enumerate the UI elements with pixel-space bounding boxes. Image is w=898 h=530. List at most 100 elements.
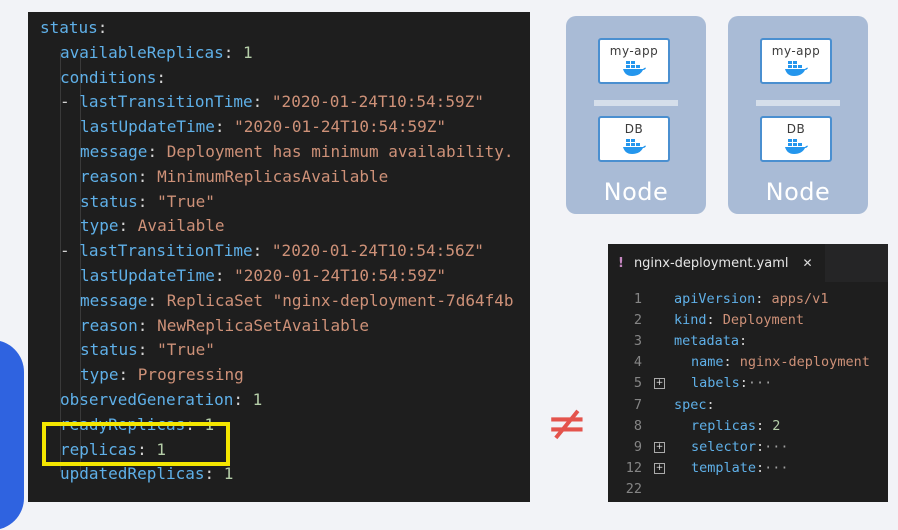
yaml-separator: : — [706, 396, 715, 413]
node-divider — [594, 100, 678, 106]
yaml-line: reason: MinimumReplicasAvailable — [80, 165, 388, 189]
line-number: 7 — [633, 396, 642, 413]
yaml-value: Deployment — [722, 312, 805, 329]
yaml-key: message — [80, 142, 148, 161]
yaml-value: Progressing — [137, 365, 244, 385]
yaml-key: spec — [674, 396, 707, 413]
yaml-key: status — [40, 18, 98, 37]
yaml-key: lastUpdateTime — [80, 117, 215, 137]
node-divider — [756, 100, 840, 106]
yaml-separator: : — [252, 92, 272, 112]
pod-label: my-app — [771, 44, 821, 58]
pod-db: DB — [598, 116, 670, 162]
yaml-separator: : — [756, 459, 765, 476]
node-label: Node — [765, 178, 831, 206]
yaml-key: reason — [80, 166, 138, 186]
line-number: 9 — [633, 438, 642, 455]
yaml-value: 2 — [772, 417, 781, 434]
yaml-separator: : — [137, 340, 158, 360]
yaml-separator: : — [137, 191, 158, 211]
yaml-value: apps/v1 — [771, 291, 829, 307]
deployment-editor: ! nginx-deployment.yaml ✕ 1 apiVersion: a… — [608, 244, 888, 502]
yaml-separator: : — [156, 67, 166, 87]
yaml-dash: - — [60, 92, 80, 112]
docker-whale-icon — [623, 61, 646, 76]
editor-code: template:··· — [691, 458, 789, 479]
node-label: Node — [603, 178, 669, 206]
yaml-line: message: Deployment has minimum availabi… — [80, 140, 513, 164]
yaml-line: status: "True" — [80, 190, 215, 214]
yaml-value: 1 — [243, 42, 253, 62]
yaml-key: name — [691, 354, 724, 371]
expand-fold-icon[interactable]: + — [654, 462, 665, 474]
yaml-key: kind — [674, 312, 707, 329]
yaml-line: message: ReplicaSet "nginx-deployment-7d… — [80, 289, 513, 313]
collapsed-ellipsis: ··· — [764, 459, 789, 476]
expand-fold-icon[interactable]: + — [654, 441, 665, 453]
pod-label: DB — [624, 122, 644, 136]
yaml-line: type: Available — [80, 214, 225, 238]
yaml-value: "2020-01-24T10:54:59Z" — [234, 266, 447, 285]
yaml-value: ReplicaSet "nginx-deployment-7d64f4b — [166, 290, 514, 310]
yaml-key: selector — [691, 438, 757, 455]
editor-code: metadata: — [674, 331, 747, 352]
docker-whale-icon — [785, 139, 808, 154]
yaml-line: status: — [40, 16, 107, 40]
editor-line: 7 spec: — [608, 395, 888, 416]
line-number: 2 — [633, 312, 642, 329]
yaml-line: type: Progressing — [80, 363, 244, 387]
yaml-value: "True" — [157, 191, 215, 211]
close-icon[interactable]: ✕ — [803, 256, 813, 270]
yaml-key: lastUpdateTime — [80, 266, 215, 285]
yaml-value: "2020-01-24T10:54:56Z" — [271, 241, 484, 261]
yaml-key: status — [80, 191, 138, 211]
line-number: 12 — [625, 459, 642, 476]
yaml-separator: : — [723, 354, 740, 371]
yaml-value: Available — [137, 216, 225, 236]
yaml-value: MinimumReplicasAvailable — [157, 166, 389, 186]
pod-label: DB — [786, 122, 806, 136]
editor-line: 8 replicas: 2 — [608, 416, 888, 437]
yaml-key: type — [80, 365, 119, 385]
editor-code: replicas: 2 — [691, 416, 780, 437]
editor-line: 4 name: nginx-deployment — [608, 352, 888, 373]
editor-code: labels:··· — [691, 373, 772, 394]
yaml-key: lastTransitionTime — [79, 241, 253, 261]
yaml-separator: : — [147, 290, 167, 310]
yaml-key: observedGeneration — [60, 390, 234, 409]
yaml-separator: : — [214, 117, 235, 137]
collapsed-ellipsis: ··· — [747, 375, 773, 392]
yaml-dash: - — [60, 241, 80, 261]
yaml-value: "True" — [157, 340, 215, 360]
node-box-2: my-app DB Node — [728, 16, 868, 214]
yaml-line: conditions: — [60, 66, 166, 90]
yaml-key: conditions — [60, 67, 157, 87]
tab-filename: nginx-deployment.yaml — [633, 255, 789, 271]
yaml-value: NewReplicaSetAvailable — [157, 315, 369, 335]
pod-my-app: my-app — [598, 38, 670, 84]
yaml-line: reason: NewReplicaSetAvailable — [80, 314, 369, 338]
line-number: 4 — [633, 354, 642, 371]
yaml-separator: : — [706, 312, 723, 329]
yaml-separator: : — [97, 18, 108, 37]
yaml-key: replicas — [691, 417, 757, 434]
yaml-value: 1 — [223, 464, 234, 484]
editor-code: kind: Deployment — [674, 310, 804, 331]
editor-tab-bar: ! nginx-deployment.yaml ✕ — [608, 244, 888, 282]
pod-db: DB — [760, 116, 832, 162]
yaml-separator: : — [756, 438, 765, 455]
editor-line: 1 apiVersion: apps/v1 — [608, 289, 888, 310]
pod-label: my-app — [609, 44, 659, 58]
editor-line: 12 + template:··· — [608, 458, 888, 479]
collapsed-ellipsis: ··· — [764, 438, 789, 455]
yaml-line: - lastTransitionTime: "2020-01-24T10:54:… — [60, 239, 484, 263]
yaml-line: - lastTransitionTime: "2020-01-24T10:54:… — [60, 90, 484, 114]
yaml-file-icon: ! — [618, 255, 624, 271]
line-number: 3 — [633, 333, 642, 350]
line-number: 22 — [625, 480, 642, 497]
editor-tab-nginx-deployment[interactable]: ! nginx-deployment.yaml ✕ — [608, 244, 825, 282]
yaml-key: lastTransitionTime — [79, 92, 253, 112]
expand-fold-icon[interactable]: + — [654, 378, 665, 390]
docker-whale-icon — [623, 139, 646, 154]
pod-my-app: my-app — [760, 38, 832, 84]
